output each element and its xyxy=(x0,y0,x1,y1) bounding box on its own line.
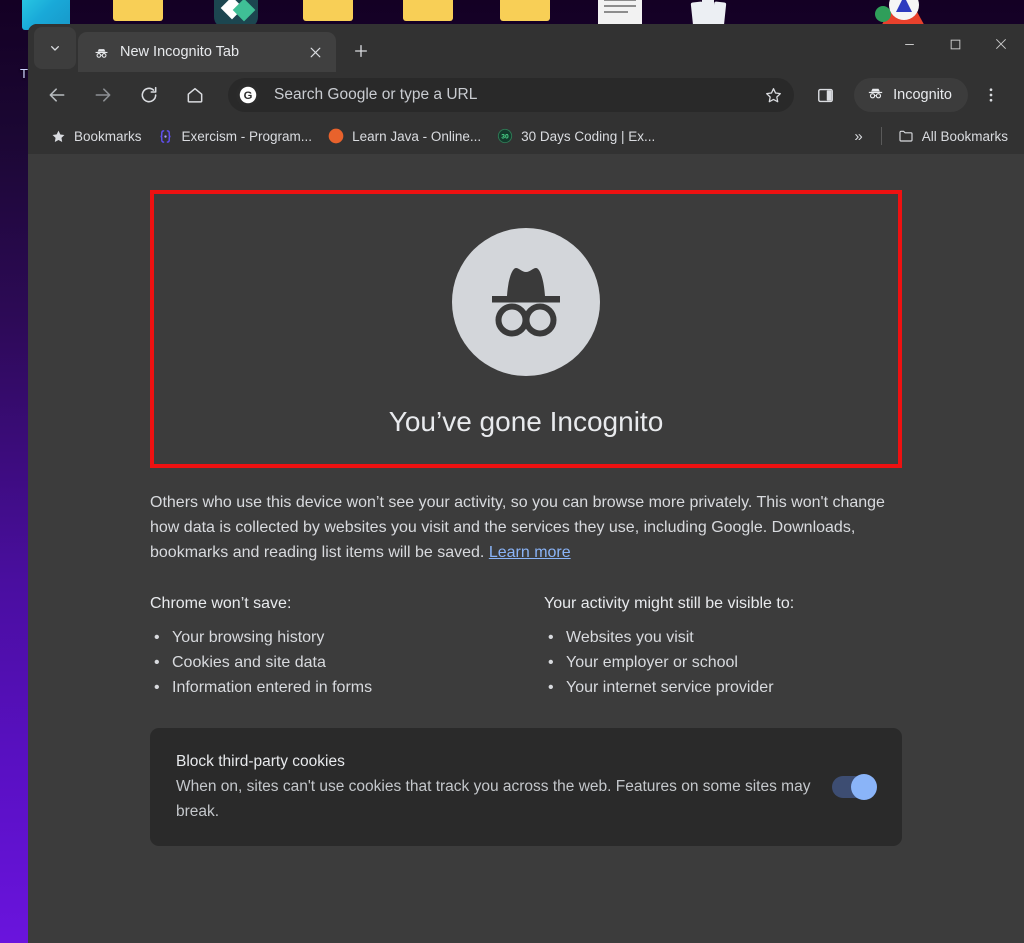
star-icon xyxy=(50,128,66,144)
incognito-avatar-icon xyxy=(452,228,600,376)
window-close-button[interactable] xyxy=(978,24,1024,64)
window-controls xyxy=(886,24,1024,64)
bookmarks-overflow-button[interactable]: » xyxy=(844,124,872,149)
reload-button[interactable] xyxy=(131,77,167,113)
bookmarks-divider xyxy=(880,127,882,145)
incognito-columns: Chrome won’t save: Your browsing history… xyxy=(150,595,902,700)
vlc-cone-icon xyxy=(873,0,933,30)
column-list: Websites you visit Your employer or scho… xyxy=(544,625,896,700)
reload-icon xyxy=(141,86,157,103)
cookie-card-description: When on, sites can't use cookies that tr… xyxy=(176,778,811,820)
new-tab-page: You’ve gone Incognito Others who use thi… xyxy=(150,154,902,943)
bookmark-label: 30 Days Coding | Ex... xyxy=(521,128,656,144)
cookie-card-text: Block third-party cookies When on, sites… xyxy=(176,750,812,824)
close-icon xyxy=(995,38,1007,50)
incognito-icon xyxy=(92,43,110,61)
folder-icon xyxy=(500,0,550,24)
folder-icon xyxy=(898,128,914,144)
star-icon xyxy=(765,87,781,102)
tab-title: New Incognito Tab xyxy=(120,44,240,60)
chevron-down-icon xyxy=(51,46,59,51)
column-heading: Chrome won’t save: xyxy=(150,595,292,612)
incognito-icon xyxy=(866,83,885,107)
column-heading: Your activity might still be visible to: xyxy=(544,595,795,612)
side-panel-button[interactable] xyxy=(807,77,843,113)
window-minimize-button[interactable] xyxy=(886,24,932,64)
folder-icon xyxy=(303,0,353,24)
cookie-card-title: Block third-party cookies xyxy=(176,753,345,770)
block-third-party-cookies-card: Block third-party cookies When on, sites… xyxy=(150,728,902,846)
svg-text:30: 30 xyxy=(501,134,509,141)
list-item: Your employer or school xyxy=(544,650,896,675)
exercism-favicon xyxy=(158,128,174,144)
tab-close-button[interactable] xyxy=(304,41,326,63)
close-icon xyxy=(310,47,320,57)
list-item: Information entered in forms xyxy=(150,675,502,700)
page-title: You’ve gone Incognito xyxy=(388,406,664,437)
back-button[interactable] xyxy=(39,77,75,113)
bookmark-star-button[interactable] xyxy=(758,80,788,110)
maximize-icon xyxy=(950,39,960,49)
bookmark-item-30-days-coding[interactable]: 30 30 Days Coding | Ex... xyxy=(489,124,663,148)
home-icon xyxy=(187,87,203,103)
learn-java-favicon xyxy=(328,128,344,144)
bookmark-item-exercism[interactable]: Exercism - Program... xyxy=(150,124,321,148)
google-g-icon: G xyxy=(236,83,260,107)
page-content: You’ve gone Incognito Others who use thi… xyxy=(28,154,1024,943)
folder-icon xyxy=(113,0,163,24)
column-list: Your browsing history Cookies and site d… xyxy=(150,625,502,700)
bookmarks-bar: Bookmarks Exercism - Program... Learn Ja… xyxy=(28,118,1024,154)
list-item: Cookies and site data xyxy=(150,650,502,675)
list-item: Websites you visit xyxy=(544,625,896,650)
browser-window: New Incognito Tab G Search Google or typ… xyxy=(28,24,1024,943)
back-arrow-icon xyxy=(49,88,65,102)
all-bookmarks-label: All Bookmarks xyxy=(921,128,1008,144)
all-bookmarks-button[interactable]: All Bookmarks xyxy=(890,124,1016,148)
forward-button[interactable] xyxy=(85,77,121,113)
list-item: Your internet service provider xyxy=(544,675,896,700)
incognito-intro-text: Others who use this device won’t see you… xyxy=(150,490,892,565)
browser-toolbar: G Search Google or type a URL Incognito xyxy=(28,72,1024,118)
minimize-icon xyxy=(904,43,914,45)
bookmark-item-bookmarks[interactable]: Bookmarks xyxy=(42,124,150,148)
browser-menu-button[interactable] xyxy=(973,77,1009,113)
address-bar[interactable]: G Search Google or type a URL xyxy=(228,78,795,112)
list-item: Your browsing history xyxy=(150,625,502,650)
folder-icon xyxy=(403,0,453,24)
desktop-icon-label-cyan: T xyxy=(20,66,28,81)
address-bar-input[interactable]: Search Google or type a URL xyxy=(260,86,758,104)
tab-search-button[interactable] xyxy=(34,27,76,69)
three-dot-menu-icon xyxy=(989,88,993,102)
svg-text:G: G xyxy=(244,90,253,102)
side-panel-icon xyxy=(817,88,833,102)
new-tab-button[interactable] xyxy=(344,34,378,68)
home-button[interactable] xyxy=(177,77,213,113)
block-cookies-toggle[interactable] xyxy=(832,774,877,800)
tab-strip: New Incognito Tab xyxy=(28,24,1024,72)
thirty-days-coding-favicon: 30 xyxy=(497,128,513,144)
toggle-knob xyxy=(851,774,877,800)
bookmark-label: Bookmarks xyxy=(74,128,142,144)
bookmark-label: Learn Java - Online... xyxy=(352,128,482,144)
learn-more-link[interactable]: Learn more xyxy=(489,544,571,561)
incognito-hero-highlight: You’ve gone Incognito xyxy=(150,190,902,468)
plus-icon xyxy=(355,45,367,57)
bookmark-label: Exercism - Program... xyxy=(181,128,313,144)
bookmark-item-learn-java[interactable]: Learn Java - Online... xyxy=(320,124,489,148)
window-maximize-button[interactable] xyxy=(932,24,978,64)
column-chrome-wont-save: Chrome won’t save: Your browsing history… xyxy=(150,595,502,700)
desktop: T New Incognito Tab G Search Google or t… xyxy=(0,0,1024,943)
profile-incognito-button[interactable]: Incognito xyxy=(854,78,968,112)
forward-arrow-icon xyxy=(95,88,111,102)
profile-label: Incognito xyxy=(893,87,952,103)
tab-new-incognito-tab[interactable]: New Incognito Tab xyxy=(78,32,336,72)
column-activity-visible-to: Your activity might still be visible to:… xyxy=(544,595,896,700)
